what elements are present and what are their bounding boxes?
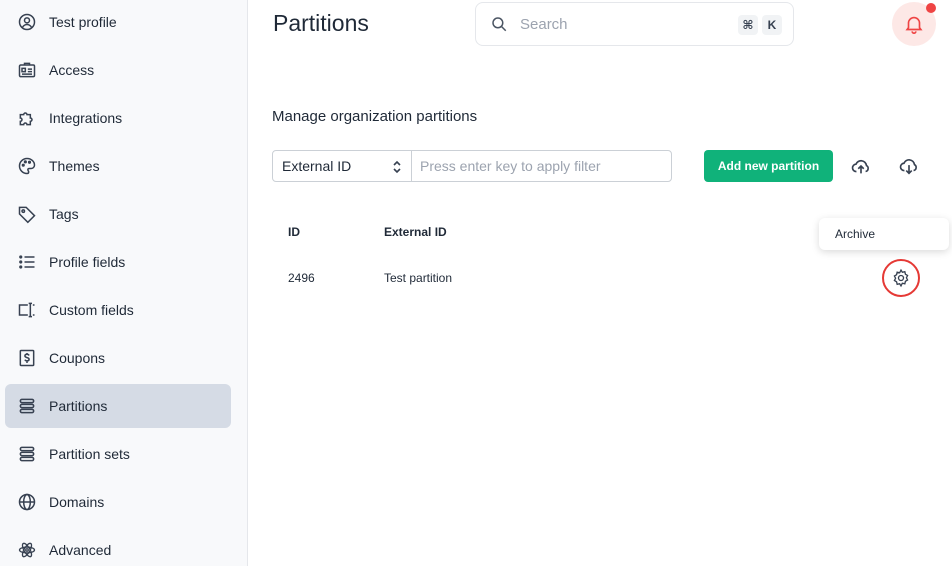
list-icon [17,252,37,272]
cell-id: 2496 [288,271,315,285]
sidebar-item-themes[interactable]: Themes [5,144,231,188]
text-cursor-icon [17,300,37,320]
cloud-download-icon [898,155,920,177]
search-box[interactable]: ⌘ K [475,2,794,46]
atom-icon [17,540,37,560]
chevron-up-down-icon [391,159,403,175]
stack-icon [17,396,37,416]
sidebar: Test profile Access Integrations Themes … [0,0,248,566]
sidebar-item-label: Themes [49,158,100,174]
user-circle-icon [17,12,37,32]
menu-item-archive[interactable]: Archive [835,227,875,241]
sidebar-item-partition-sets[interactable]: Partition sets [5,432,231,476]
cloud-upload-icon [850,155,872,177]
sidebar-item-domains[interactable]: Domains [5,480,231,524]
dollar-icon [17,348,37,368]
sidebar-item-label: Profile fields [49,254,126,270]
sidebar-item-label: Integrations [49,110,123,126]
bell-icon [903,13,925,35]
shortcut-key-k: K [762,15,782,35]
gear-icon [891,268,911,288]
sidebar-item-label: Partitions [49,398,108,414]
column-header-external-id: External ID [384,225,447,239]
sidebar-item-advanced[interactable]: Advanced [5,528,231,566]
sidebar-item-label: Partition sets [49,446,130,462]
filter-input[interactable] [411,150,672,182]
sidebar-item-profile-fields[interactable]: Profile fields [5,240,231,284]
row-settings-button[interactable] [882,259,920,297]
puzzle-icon [17,108,37,128]
sidebar-item-partitions[interactable]: Partitions [5,384,231,428]
globe-icon [17,492,37,512]
sidebar-item-coupons[interactable]: Coupons [5,336,231,380]
upload-button[interactable] [849,154,873,178]
page-subtitle: Manage organization partitions [272,108,478,125]
search-input[interactable] [520,15,720,33]
download-button[interactable] [897,154,921,178]
sidebar-item-label: Test profile [49,14,117,30]
sidebar-item-access[interactable]: Access [5,48,231,92]
sidebar-item-label: Domains [49,494,105,510]
stack-icon [17,444,37,464]
sidebar-item-label: Custom fields [49,302,134,318]
filter-field-select[interactable]: External ID [272,150,412,182]
page-title: Partitions [273,10,369,36]
cell-external-id: Test partition [384,271,453,285]
filter-field-value: External ID [282,158,352,174]
search-icon [490,15,508,33]
add-partition-button[interactable]: Add new partition [704,150,833,182]
notification-badge [926,3,936,13]
tag-icon [17,204,37,224]
sidebar-item-label: Access [49,62,95,78]
row-action-menu: Archive [819,218,949,250]
sidebar-item-custom-fields[interactable]: Custom fields [5,288,231,332]
sidebar-item-label: Advanced [49,542,112,558]
sidebar-item-label: Tags [49,206,79,222]
sidebar-item-label: Coupons [49,350,106,366]
sidebar-item-test-profile[interactable]: Test profile [5,0,231,44]
sidebar-item-tags[interactable]: Tags [5,192,231,236]
sidebar-item-integrations[interactable]: Integrations [5,96,231,140]
column-header-id: ID [288,225,300,239]
palette-icon [17,156,37,176]
shortcut-key-cmd: ⌘ [738,15,758,35]
id-card-icon [17,60,37,80]
